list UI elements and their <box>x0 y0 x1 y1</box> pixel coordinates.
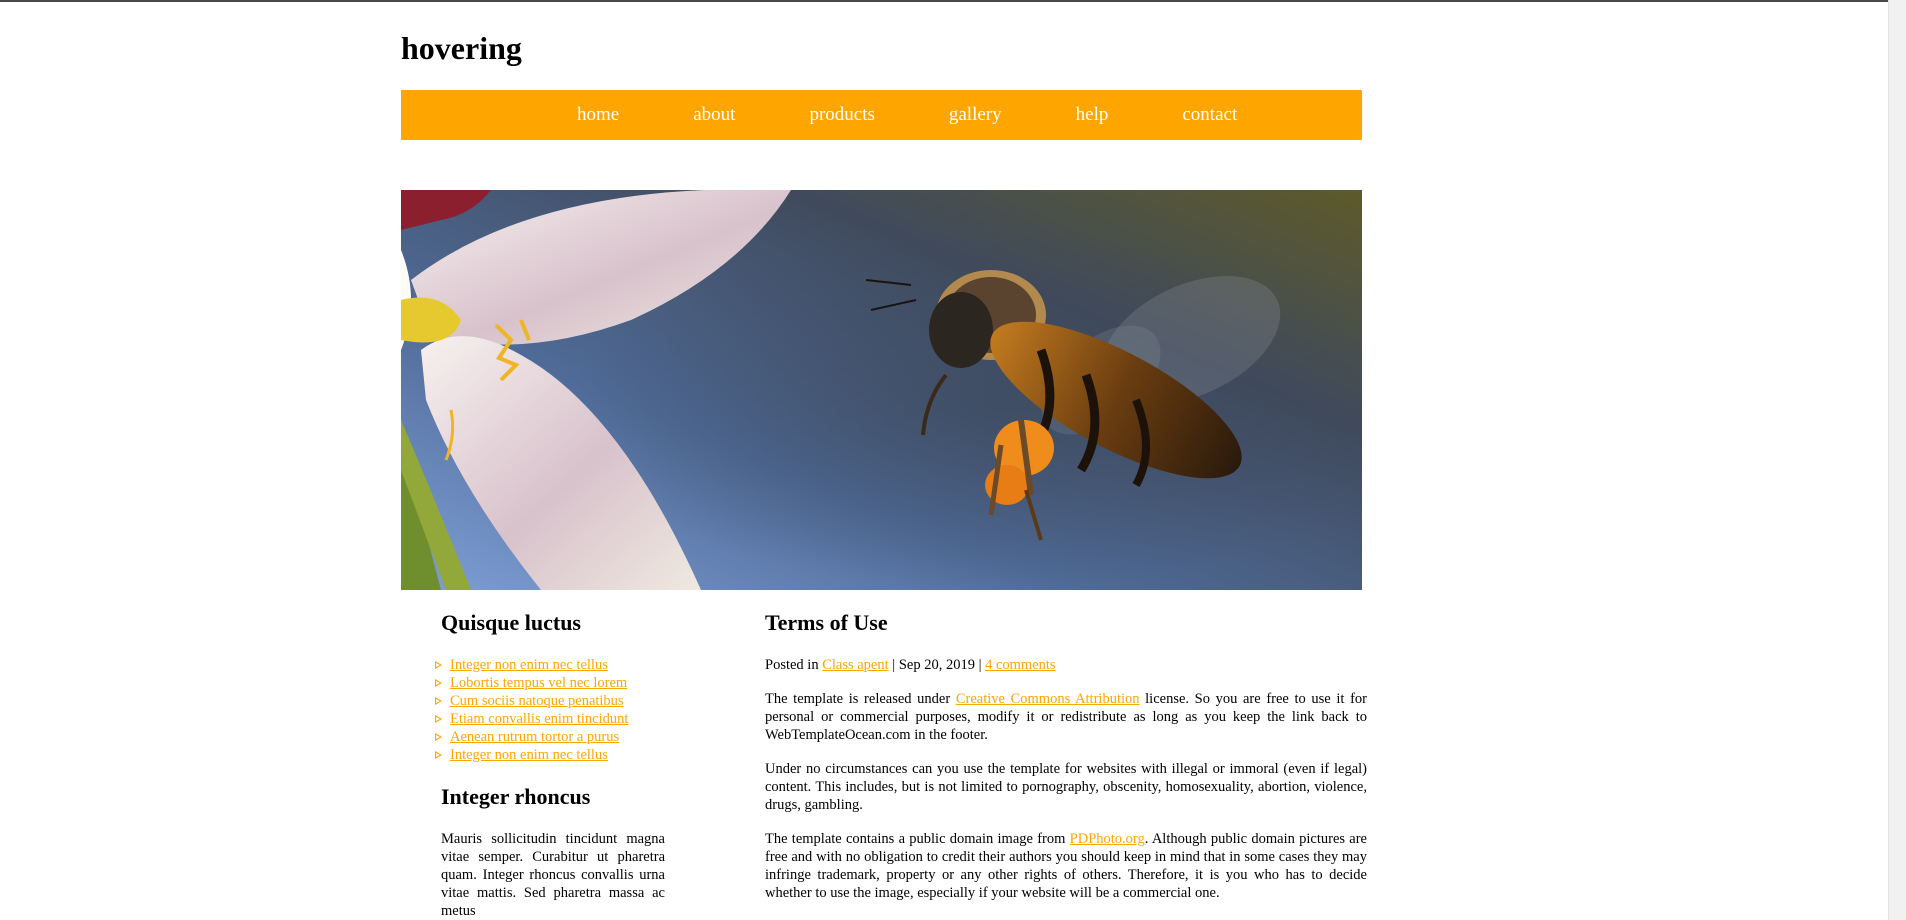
main-content: Terms of Use Posted in Class apent | Sep… <box>765 610 1367 902</box>
post-meta: Posted in Class apent | Sep 20, 2019 | 4… <box>765 656 1367 674</box>
sidebar-text: Mauris sollicitudin tincidunt magna vita… <box>441 831 665 919</box>
site-title[interactable]: hovering <box>401 30 522 67</box>
category-link[interactable]: Class apent <box>822 657 888 673</box>
paragraph-restrictions: Under no circumstances can you use the t… <box>765 761 1367 813</box>
comments-link[interactable]: 4 comments <box>985 657 1055 673</box>
sidebar-link[interactable]: Etiam convallis enim tincidunt <box>450 710 628 728</box>
list-item: Integer non enim nec tellus <box>435 746 665 764</box>
paragraph-image-credit: The template contains a public domain im… <box>765 830 1367 902</box>
triangle-bullet-icon <box>435 751 442 759</box>
sidebar-link[interactable]: Cum sociis natoque penatibus <box>450 692 624 710</box>
nav-item-about[interactable]: about <box>693 104 735 126</box>
vertical-scrollbar[interactable] <box>1888 0 1906 920</box>
meta-separator: | <box>888 657 899 673</box>
triangle-bullet-icon <box>435 697 442 705</box>
nav-item-home[interactable]: home <box>577 104 619 126</box>
posted-in-label: Posted in <box>765 657 823 673</box>
paragraph-text: The template contains a public domain im… <box>765 831 1070 847</box>
triangle-bullet-icon <box>435 733 442 741</box>
list-item: Etiam convallis enim tincidunt <box>435 710 665 728</box>
sidebar-link[interactable]: Integer non enim nec tellus <box>450 746 608 764</box>
sidebar-link-list: Integer non enim nec tellus Lobortis tem… <box>435 656 665 764</box>
list-item: Lobortis tempus vel nec lorem <box>435 674 665 692</box>
paragraph-license: The template is released under Creative … <box>765 690 1367 744</box>
meta-separator: | <box>974 657 986 673</box>
list-item: Aenean rutrum tortor a purus <box>435 728 665 746</box>
post-date: Sep 20, 2019 <box>898 657 975 673</box>
main-navigation: home about products gallery help contact <box>401 90 1362 140</box>
sidebar: Quisque luctus Integer non enim nec tell… <box>435 610 665 920</box>
nav-item-contact[interactable]: contact <box>1182 104 1237 126</box>
sidebar-link[interactable]: Lobortis tempus vel nec lorem <box>450 674 627 692</box>
triangle-bullet-icon <box>435 661 442 669</box>
sidebar-heading-quisque: Quisque luctus <box>441 610 581 635</box>
nav-item-help[interactable]: help <box>1076 104 1109 126</box>
sidebar-link[interactable]: Integer non enim nec tellus <box>450 656 608 674</box>
list-item: Cum sociis natoque penatibus <box>435 692 665 710</box>
nav-item-gallery[interactable]: gallery <box>949 104 1002 126</box>
sidebar-heading-integer: Integer rhoncus <box>441 784 591 809</box>
page-container: hovering home about products gallery hel… <box>401 0 1367 920</box>
nav-item-products[interactable]: products <box>809 104 874 126</box>
creative-commons-link[interactable]: Creative Commons Attribution <box>956 691 1140 707</box>
pdphoto-link[interactable]: PDPhoto.org <box>1070 831 1145 847</box>
list-item: Integer non enim nec tellus <box>435 656 665 674</box>
triangle-bullet-icon <box>435 679 442 687</box>
paragraph-text: The template is released under <box>765 691 956 707</box>
sidebar-link[interactable]: Aenean rutrum tortor a purus <box>450 728 619 746</box>
triangle-bullet-icon <box>435 715 442 723</box>
post-title: Terms of Use <box>765 610 888 635</box>
hero-image <box>401 190 1362 590</box>
